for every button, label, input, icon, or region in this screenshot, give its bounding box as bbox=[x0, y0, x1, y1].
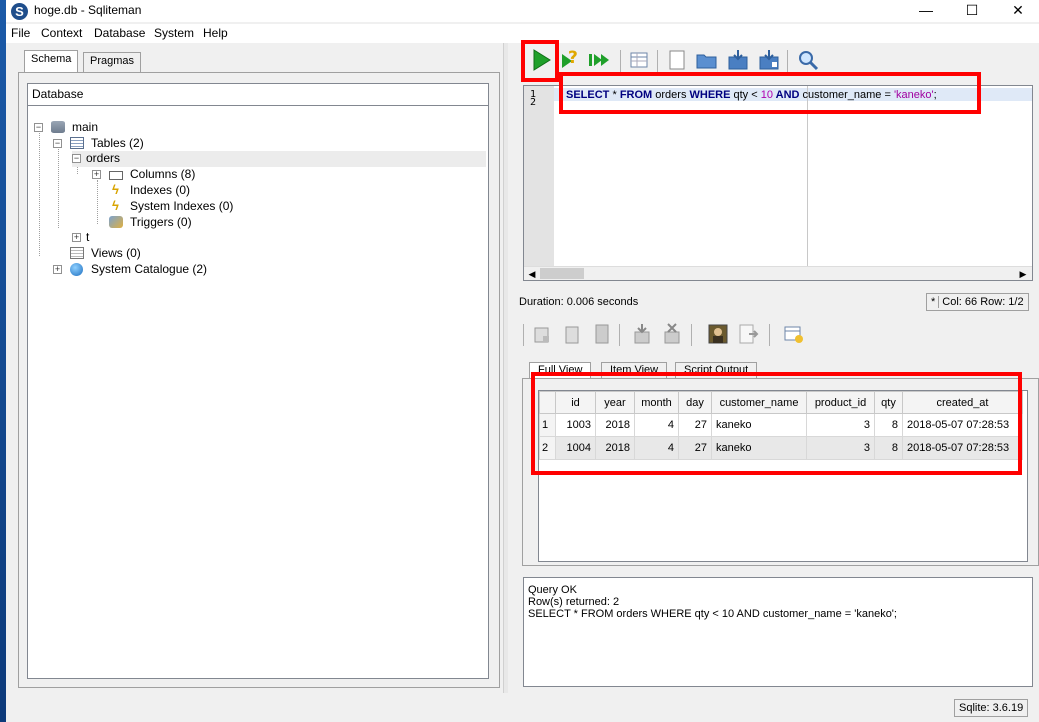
toolbar-separator bbox=[619, 324, 620, 346]
tables-icon bbox=[70, 137, 84, 149]
maximize-button[interactable]: ☐ bbox=[949, 0, 995, 22]
tree-label: main bbox=[72, 120, 99, 134]
expand-icon[interactable]: + bbox=[53, 265, 62, 274]
sqliteman-window: S hoge.db - Sqliteman — ☐ ✕ File Context… bbox=[6, 0, 1039, 722]
tab-pragmas[interactable]: Pragmas bbox=[83, 52, 142, 72]
line-number: 1 bbox=[530, 89, 537, 100]
modified-indicator: * bbox=[931, 296, 940, 308]
tree-line bbox=[39, 128, 40, 256]
menu-help[interactable]: Help bbox=[203, 26, 228, 40]
insert-row-icon[interactable] bbox=[531, 322, 553, 346]
table-settings-icon[interactable] bbox=[783, 322, 805, 346]
pane-splitter[interactable] bbox=[503, 43, 508, 693]
expand-icon[interactable]: + bbox=[92, 170, 101, 179]
duration-label: Duration: 0.006 seconds bbox=[519, 296, 639, 308]
message-line: SELECT * FROM orders WHERE qty < 10 AND … bbox=[528, 608, 897, 620]
blob-preview-icon[interactable] bbox=[707, 322, 729, 346]
message-line: Row(s) returned: 2 bbox=[528, 596, 620, 608]
tree-label: orders bbox=[86, 151, 121, 165]
tree-line bbox=[97, 180, 98, 224]
export-icon[interactable] bbox=[737, 322, 759, 346]
query-history-icon[interactable] bbox=[627, 48, 651, 72]
annotation-box-sql bbox=[559, 72, 981, 114]
sql-editor[interactable]: 1 2 SELECT * FROM orders WHERE qty < 10 … bbox=[523, 85, 1033, 281]
menu-system[interactable]: System bbox=[154, 26, 194, 40]
new-file-icon[interactable] bbox=[665, 48, 689, 72]
sqliteman-app-icon: S bbox=[11, 3, 28, 20]
save-file-icon[interactable] bbox=[726, 48, 750, 72]
scroll-right-icon[interactable]: ▶ bbox=[1016, 268, 1030, 280]
scroll-thumb[interactable] bbox=[540, 268, 584, 279]
toolbar-separator bbox=[691, 324, 692, 346]
tree-label: Tables (2) bbox=[91, 136, 144, 150]
line-number: 2 bbox=[530, 97, 537, 108]
triggers-icon bbox=[109, 216, 123, 228]
svg-text:?: ? bbox=[568, 48, 578, 68]
toolbar-separator bbox=[657, 50, 658, 72]
message-output[interactable]: Query OK Row(s) returned: 2 SELECT * FRO… bbox=[523, 577, 1033, 687]
tree-label: Columns (8) bbox=[130, 167, 196, 181]
tree-label: Views (0) bbox=[91, 246, 141, 260]
toolbar-separator bbox=[769, 324, 770, 346]
tree-label: t bbox=[86, 230, 90, 244]
status-bar: Sqlite: 3.6.19 bbox=[6, 696, 1039, 722]
schema-tree[interactable]: Database − main − Tables (2) − orders + … bbox=[27, 83, 489, 679]
catalogue-icon bbox=[70, 263, 83, 276]
menu-context[interactable]: Context bbox=[41, 26, 82, 40]
window-title: hoge.db - Sqliteman bbox=[34, 3, 142, 17]
result-toolbar bbox=[519, 318, 1039, 352]
duplicate-row-icon[interactable] bbox=[591, 322, 613, 346]
commit-icon[interactable] bbox=[631, 322, 653, 346]
annotation-box-run bbox=[521, 40, 559, 82]
tree-label: System Indexes (0) bbox=[130, 199, 234, 213]
menu-database[interactable]: Database bbox=[94, 26, 145, 40]
message-line: Query OK bbox=[528, 584, 577, 596]
open-file-icon[interactable] bbox=[695, 48, 719, 72]
title-bar: S hoge.db - Sqliteman — ☐ ✕ bbox=[6, 0, 1039, 22]
toolbar-separator bbox=[787, 50, 788, 72]
line-number-gutter: 1 2 bbox=[524, 86, 554, 266]
system-index-icon: ϟ bbox=[112, 198, 119, 213]
editor-hscrollbar[interactable]: ◀ ▶ bbox=[524, 266, 1032, 280]
tree-label: System Catalogue (2) bbox=[91, 262, 208, 276]
tree-line bbox=[58, 142, 59, 228]
minimize-button[interactable]: — bbox=[903, 0, 949, 22]
cursor-position: * Col: 66 Row: 1/2 bbox=[926, 293, 1029, 311]
collapse-icon[interactable]: − bbox=[72, 154, 81, 163]
index-icon: ϟ bbox=[112, 182, 119, 197]
tree-header[interactable]: Database bbox=[28, 84, 488, 106]
columns-icon bbox=[109, 171, 123, 180]
database-icon bbox=[51, 121, 65, 133]
annotation-box-result bbox=[531, 372, 1022, 475]
run-script-icon[interactable] bbox=[587, 48, 611, 72]
toolbar-separator bbox=[523, 324, 524, 346]
explain-query-icon[interactable]: ? bbox=[558, 48, 582, 72]
toolbar-separator bbox=[620, 50, 621, 72]
rollback-icon[interactable] bbox=[661, 322, 683, 346]
save-as-icon[interactable] bbox=[757, 48, 781, 72]
tree-label: Triggers (0) bbox=[130, 215, 192, 229]
menu-file[interactable]: File bbox=[11, 26, 30, 40]
delete-row-icon[interactable] bbox=[561, 322, 583, 346]
collapse-icon[interactable]: − bbox=[53, 139, 62, 148]
expand-icon[interactable]: + bbox=[72, 233, 81, 242]
views-icon bbox=[70, 247, 84, 259]
collapse-icon[interactable]: − bbox=[34, 123, 43, 132]
schema-panel: Database − main − Tables (2) − orders + … bbox=[18, 72, 500, 688]
tab-schema[interactable]: Schema bbox=[24, 50, 79, 72]
search-icon[interactable] bbox=[796, 48, 820, 72]
scroll-left-icon[interactable]: ◀ bbox=[525, 268, 539, 280]
tree-label: Indexes (0) bbox=[130, 183, 191, 197]
tree-node-orders[interactable]: − orders bbox=[72, 151, 486, 167]
cursor-position-text: Col: 66 Row: 1/2 bbox=[942, 296, 1024, 308]
sqlite-version: Sqlite: 3.6.19 bbox=[954, 699, 1029, 717]
close-button[interactable]: ✕ bbox=[995, 0, 1039, 22]
